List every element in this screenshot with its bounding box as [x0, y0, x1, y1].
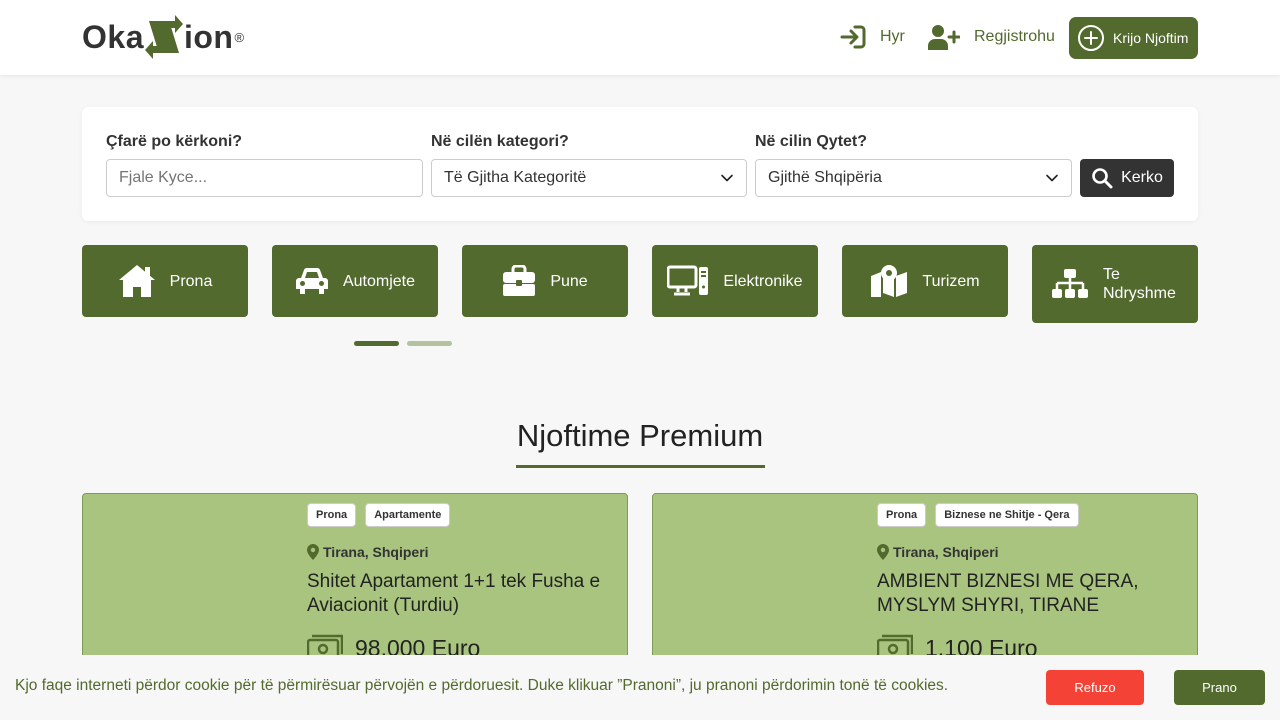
- search-button-label: Kerko: [1121, 169, 1163, 186]
- search-panel: Çfarë po kërkoni? Në cilën kategori? Të …: [82, 107, 1198, 221]
- create-listing-button[interactable]: Krijo Njoftim: [1069, 17, 1198, 59]
- listing-title[interactable]: Shitet Apartament 1+1 tek Fusha e Aviaci…: [307, 570, 617, 618]
- listing-location: Tirana, Shqiperi: [307, 544, 429, 560]
- logo-text-right: ion: [183, 18, 234, 55]
- search-button[interactable]: Kerko: [1080, 159, 1174, 197]
- listing-tag[interactable]: Prona: [307, 503, 357, 527]
- listing-tags: Prona Biznese ne Shitje - Qera: [877, 503, 1079, 527]
- keyword-input[interactable]: [106, 159, 423, 197]
- search-icon: [1092, 168, 1113, 189]
- login-icon: [840, 25, 866, 49]
- city-select[interactable]: Gjithë Shqipëria: [755, 159, 1072, 197]
- category-tile-elektronike[interactable]: Elektronike: [652, 245, 818, 317]
- site-header: Oka ion ® Hyr Regjistrohu Krijo Njoftim: [0, 0, 1280, 75]
- listing-tags: Prona Apartamente: [307, 503, 451, 527]
- register-label: Regjistrohu: [974, 28, 1055, 45]
- category-tile-pune[interactable]: Pune: [462, 245, 628, 317]
- category-select-value: Të Gjitha Kategoritë: [444, 169, 587, 186]
- map-marker-icon: [307, 544, 319, 560]
- category-tile-turizem[interactable]: Turizem: [842, 245, 1008, 317]
- category-label: Turizem: [922, 272, 980, 290]
- section-title-underline: [516, 465, 765, 468]
- listing-title[interactable]: AMBIENT BIZNESI ME QERA, MYSLYM SHYRI, T…: [877, 570, 1187, 618]
- category-label: Automjete: [342, 272, 416, 290]
- map-marker-icon: [877, 544, 889, 560]
- cookie-text: Kjo faqe interneti përdor cookie për të …: [15, 677, 949, 694]
- listing-tag[interactable]: Biznese ne Shitje - Qera: [935, 503, 1079, 527]
- car-icon: [295, 267, 328, 294]
- city-select-value: Gjithë Shqipëria: [768, 169, 882, 186]
- category-label: Në cilën kategori?: [431, 133, 569, 150]
- register-link[interactable]: Regjistrohu: [928, 24, 1055, 50]
- category-label: Pune: [550, 272, 588, 290]
- chevron-down-icon: [721, 174, 733, 182]
- listing-tag[interactable]: Apartamente: [365, 503, 451, 527]
- category-tile-te-ndryshme[interactable]: Te Ndryshme: [1032, 245, 1198, 323]
- category-tile-prona[interactable]: Prona: [82, 245, 248, 317]
- logo-z-arrows-icon: [144, 15, 183, 59]
- plus-circle-icon: [1078, 25, 1104, 51]
- sitemap-icon: [1052, 269, 1088, 298]
- registered-mark: ®: [234, 29, 245, 45]
- login-label: Hyr: [880, 28, 905, 45]
- category-label: Elektronike: [723, 272, 803, 290]
- house-icon: [118, 265, 155, 297]
- chevron-down-icon: [1046, 174, 1058, 182]
- cookie-banner: Kjo faqe interneti përdor cookie për të …: [0, 655, 1280, 720]
- login-link[interactable]: Hyr: [840, 24, 905, 50]
- carousel-dot-active[interactable]: [354, 341, 399, 346]
- briefcase-icon: [503, 265, 536, 296]
- carousel-dot[interactable]: [407, 341, 452, 346]
- logo-text-left: Oka: [82, 18, 144, 55]
- listing-tag[interactable]: Prona: [877, 503, 927, 527]
- keyword-label: Çfarë po kërkoni?: [106, 133, 243, 150]
- listing-location-text: Tirana, Shqiperi: [323, 544, 429, 560]
- category-label: Te Ndryshme: [1103, 266, 1176, 302]
- site-logo[interactable]: Oka ion ®: [82, 14, 244, 60]
- add-user-icon: [928, 25, 960, 50]
- create-listing-label: Krijo Njoftim: [1113, 30, 1189, 46]
- listing-location: Tirana, Shqiperi: [877, 544, 999, 560]
- computer-icon: [667, 265, 709, 296]
- map-icon: [871, 265, 908, 297]
- listing-location-text: Tirana, Shqiperi: [893, 544, 999, 560]
- refuse-cookies-button[interactable]: Refuzo: [1046, 670, 1144, 705]
- category-label: Prona: [169, 272, 213, 290]
- section-title: Njoftime Premium: [516, 418, 764, 453]
- accept-cookies-button[interactable]: Prano: [1174, 670, 1265, 705]
- city-label: Në cilin Qytet?: [755, 133, 868, 150]
- category-tile-automjete[interactable]: Automjete: [272, 245, 438, 317]
- category-select[interactable]: Të Gjitha Kategoritë: [431, 159, 747, 197]
